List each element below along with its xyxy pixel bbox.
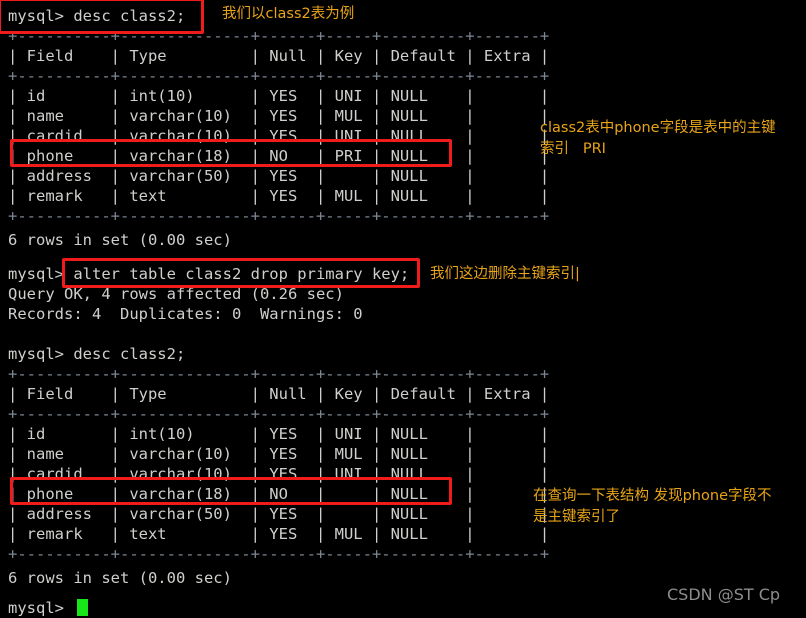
annotation-alter-note: 我们这边删除主键索引| <box>430 266 580 282</box>
table1-rule-top: +----------+--------------+------+-----+… <box>8 27 550 45</box>
table2-result-line: 6 rows in set (0.00 sec) <box>8 569 232 587</box>
table1-row-phone: | phone | varchar(18) | NO | PRI | NULL … <box>8 147 550 165</box>
alter-query-ok: Query OK, 4 rows affected (0.26 sec) <box>8 285 344 303</box>
table2-row-phone: | phone | varchar(18) | NO | | NULL | | <box>8 485 550 503</box>
table2-row-cardid: | cardid | varchar(10) | YES | UNI | NUL… <box>8 465 550 483</box>
table1-row-id: | id | int(10) | YES | UNI | NULL | | <box>8 87 550 105</box>
alter-records: Records: 4 Duplicates: 0 Warnings: 0 <box>8 305 363 323</box>
table2-row-address: | address | varchar(50) | YES | | NULL |… <box>8 505 550 523</box>
table2-rule-bottom: +----------+--------------+------+-----+… <box>8 545 550 563</box>
annotation-after-drop-line1: 在查询一下表结构 发现phone字段不 <box>533 488 772 504</box>
table1-rule-mid: +----------+--------------+------+-----+… <box>8 67 550 85</box>
command-line-desc-2: mysql> desc class2; <box>8 345 186 363</box>
table2-row-remark: | remark | text | YES | MUL | NULL | | <box>8 525 550 543</box>
table2-row-name: | name | varchar(10) | YES | MUL | NULL … <box>8 445 550 463</box>
csdn-watermark: CSDN @ST Cp <box>667 585 781 604</box>
table1-rule-bottom: +----------+--------------+------+-----+… <box>8 207 550 225</box>
annotation-primary-key-line1: class2表中phone字段是表中的主键 <box>540 120 776 136</box>
table1-header-row: | Field | Type | Null | Key | Default | … <box>8 47 550 65</box>
terminal-output: mysql> desc class2; +----------+--------… <box>0 0 549 618</box>
table1-row-name: | name | varchar(10) | YES | MUL | NULL … <box>8 107 550 125</box>
annotation-primary-key-line2: 索引 PRI <box>540 141 606 157</box>
table1-row-remark: | remark | text | YES | MUL | NULL | | <box>8 187 550 205</box>
annotation-after-drop-line2: 是主键索引了 <box>533 509 620 525</box>
final-prompt: mysql> <box>8 599 74 617</box>
table2-rule-top: +----------+--------------+------+-----+… <box>8 365 550 383</box>
table2-row-id: | id | int(10) | YES | UNI | NULL | | <box>8 425 550 443</box>
table2-header-row: | Field | Type | Null | Key | Default | … <box>8 385 550 403</box>
annotation-top: 我们以class2表为例 <box>222 6 355 22</box>
table1-row-address: | address | varchar(50) | YES | | NULL |… <box>8 167 550 185</box>
table2-rule-mid: +----------+--------------+------+-----+… <box>8 405 550 423</box>
table1-result-line: 6 rows in set (0.00 sec) <box>8 231 232 249</box>
command-line-desc-1: mysql> desc class2; <box>8 7 186 25</box>
terminal-cursor <box>77 599 88 616</box>
terminal-screen: mysql> desc class2; +----------+--------… <box>0 0 806 618</box>
table1-row-cardid: | cardid | varchar(10) | YES | UNI | NUL… <box>8 127 550 145</box>
command-line-alter: mysql> alter table class2 drop primary k… <box>8 265 410 283</box>
